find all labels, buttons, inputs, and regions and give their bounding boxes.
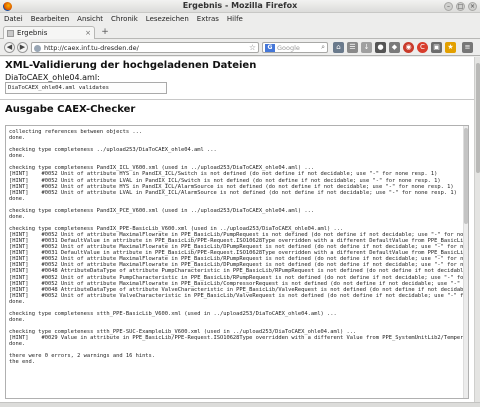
- log-line: [HINT] #0048 AttributeDataType of attrib…: [9, 286, 469, 293]
- search-input[interactable]: G Google ⌕: [262, 42, 328, 53]
- search-placeholder: Google: [277, 44, 300, 52]
- download-icon[interactable]: ↓: [361, 42, 372, 53]
- browser-window: Ergebnis - Mozilla Firefox – □ × Datei B…: [0, 0, 480, 407]
- menu-bearbeiten[interactable]: Bearbeiten: [31, 15, 69, 23]
- star-icon[interactable]: ☆: [249, 43, 256, 52]
- tab-ergebnis[interactable]: Ergebnis ×: [3, 26, 95, 39]
- log-line: [HINT] #0052 Unit of attribute LVAL in P…: [9, 177, 441, 184]
- minimize-icon[interactable]: –: [444, 2, 453, 11]
- maximize-icon[interactable]: □: [456, 2, 465, 11]
- title-bar: Ergebnis - Mozilla Firefox – □ ×: [0, 0, 480, 13]
- validation-result-field[interactable]: DiaToCAEX_ohle04.aml validates: [5, 82, 167, 94]
- checker-output-box[interactable]: collecting references between objects ..…: [5, 125, 469, 399]
- back-icon[interactable]: ◀: [4, 42, 15, 53]
- log-line: [HINT] #0052 Unit of attribute LVAL in P…: [9, 189, 457, 196]
- status-bar: [0, 402, 480, 407]
- page-scrollbar[interactable]: [474, 57, 480, 402]
- addon-icon[interactable]: C: [417, 42, 428, 53]
- addon-icon[interactable]: ●: [375, 42, 386, 53]
- navigation-toolbar: ◀ ▶ http://caex.inf.tu-dresden.de/ ☆ G G…: [0, 39, 480, 56]
- page-icon: [7, 30, 14, 37]
- page-title: XML-Validierung der hochgeladenen Dateie…: [5, 60, 257, 71]
- url-bar[interactable]: http://caex.inf.tu-dresden.de/ ☆: [31, 42, 259, 53]
- menu-hilfe[interactable]: Hilfe: [227, 15, 243, 23]
- addon-icon[interactable]: ★: [445, 42, 456, 53]
- log-line: [HINT] #0029 Value in attribute in PPE_B…: [9, 335, 469, 342]
- log-line: the end.: [9, 359, 35, 366]
- menu-extras[interactable]: Extras: [197, 15, 219, 23]
- menu-chronik[interactable]: Chronik: [111, 15, 138, 23]
- url-text: http://caex.inf.tu-dresden.de/: [44, 44, 139, 52]
- addon-icon[interactable]: ◆: [389, 42, 400, 53]
- close-icon[interactable]: ×: [468, 2, 477, 11]
- window-controls: – □ ×: [444, 2, 477, 11]
- file-label: DiaToCAEX_ohle04.aml:: [5, 73, 100, 82]
- log-line: [HINT] #0052 Unit of attribute MaximalFl…: [9, 280, 469, 287]
- page-scrollbar-thumb[interactable]: [476, 63, 480, 173]
- menu-ansicht[interactable]: Ansicht: [77, 15, 103, 23]
- log-scrollbar-thumb[interactable]: [464, 128, 468, 224]
- magnifier-icon[interactable]: ⌕: [321, 43, 325, 52]
- menu-bar: Datei Bearbeiten Ansicht Chronik Lesezei…: [0, 13, 480, 25]
- checker-log: collecting references between objects ..…: [9, 129, 469, 366]
- checker-heading: Ausgabe CAEX-Checker: [5, 104, 136, 115]
- log-scrollbar[interactable]: [463, 126, 468, 398]
- addon-icon[interactable]: ◉: [403, 42, 414, 53]
- tab-label: Ergebnis: [17, 29, 48, 37]
- window-title: Ergebnis - Mozilla Firefox: [182, 1, 298, 10]
- menu-datei[interactable]: Datei: [4, 15, 23, 23]
- menu-lesezeichen[interactable]: Lesezeichen: [146, 15, 189, 23]
- forward-icon[interactable]: ▶: [17, 42, 28, 53]
- new-tab-button[interactable]: +: [99, 27, 111, 38]
- tab-bar: Ergebnis × +: [0, 25, 480, 39]
- addon-icon[interactable]: ▣: [431, 42, 442, 53]
- log-line: [HINT] #0052 Unit of attribute HYS in Pa…: [9, 171, 438, 178]
- log-line: [HINT] #0052 Unit of attribute PumpChara…: [9, 274, 469, 281]
- tab-close-icon[interactable]: ×: [85, 29, 91, 37]
- menu-icon[interactable]: ≡: [462, 42, 473, 53]
- bookmark-icon[interactable]: ☰: [347, 42, 358, 53]
- globe-icon: [34, 45, 41, 52]
- log-line: [HINT] #0052 Unit of attribute HYS in Pa…: [9, 183, 454, 190]
- search-engine-icon[interactable]: G: [265, 44, 275, 52]
- log-line: [HINT] #0048 AttributeDataType of attrib…: [9, 268, 469, 275]
- page-content: XML-Validierung der hochgeladenen Dateie…: [0, 57, 474, 402]
- log-line: [HINT] #0052 Unit of attribute ValveChar…: [9, 292, 469, 299]
- home-icon[interactable]: ⌂: [333, 42, 344, 53]
- divider: [0, 99, 474, 100]
